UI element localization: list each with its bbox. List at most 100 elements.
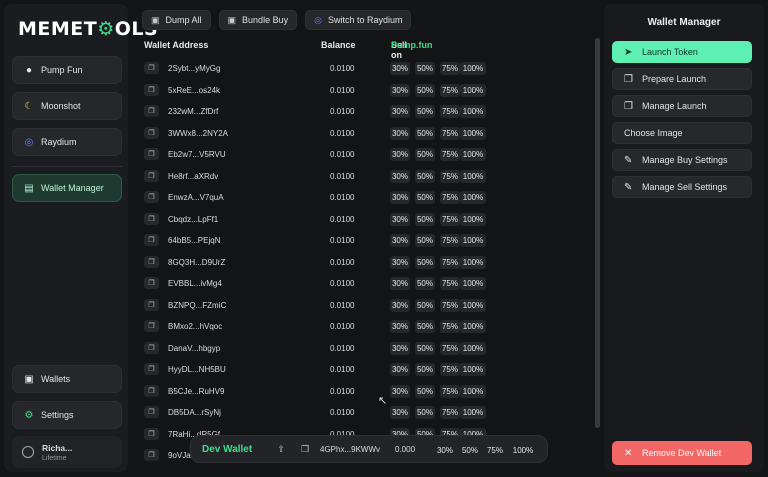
dev-sell-30-button[interactable]: 30% bbox=[435, 443, 455, 457]
sell-75-button[interactable]: 75% bbox=[440, 363, 460, 376]
sell-30-button[interactable]: 30% bbox=[390, 83, 410, 97]
bundle-buy-button[interactable]: ▣ Bundle Buy bbox=[218, 10, 298, 30]
sell-30-button[interactable]: 30% bbox=[390, 105, 410, 118]
sell-50-button[interactable]: 50% bbox=[415, 148, 435, 161]
sell-100-button[interactable]: 100% bbox=[460, 320, 486, 333]
sell-30-button[interactable]: 30% bbox=[390, 298, 410, 312]
sell-100-button[interactable]: 100% bbox=[460, 277, 486, 290]
manage-buy-settings-button[interactable]: ✎ Manage Buy Settings bbox=[612, 149, 752, 171]
sell-100-button[interactable]: 100% bbox=[460, 191, 486, 204]
sell-50-button[interactable]: 50% bbox=[415, 126, 435, 140]
sell-30-button[interactable]: 30% bbox=[390, 406, 410, 419]
sidebar-item-raydium[interactable]: ◎ Raydium bbox=[12, 128, 122, 156]
sell-75-button[interactable]: 75% bbox=[440, 191, 460, 204]
copy-icon[interactable]: ❐ bbox=[144, 406, 159, 418]
sell-100-button[interactable]: 100% bbox=[460, 298, 486, 312]
sell-75-button[interactable]: 75% bbox=[440, 298, 460, 312]
sell-30-button[interactable]: 30% bbox=[390, 363, 410, 376]
sell-100-button[interactable]: 100% bbox=[460, 62, 486, 75]
sell-30-button[interactable]: 30% bbox=[390, 148, 410, 161]
sidebar-item-pump-fun[interactable]: ● Pump Fun bbox=[12, 56, 122, 84]
dev-sell-75-button[interactable]: 75% bbox=[485, 443, 505, 457]
sell-75-button[interactable]: 75% bbox=[440, 341, 460, 355]
sell-100-button[interactable]: 100% bbox=[460, 105, 486, 118]
sell-50-button[interactable]: 50% bbox=[415, 191, 435, 204]
sell-30-button[interactable]: 30% bbox=[390, 255, 410, 269]
sell-50-button[interactable]: 50% bbox=[415, 363, 435, 376]
sidebar-item-moonshot[interactable]: ☾ Moonshot bbox=[12, 92, 122, 120]
copy-icon[interactable]: ❐ bbox=[144, 191, 159, 203]
sell-100-button[interactable]: 100% bbox=[460, 234, 486, 247]
sell-30-button[interactable]: 30% bbox=[390, 191, 410, 204]
sell-75-button[interactable]: 75% bbox=[440, 148, 460, 161]
sell-30-button[interactable]: 30% bbox=[390, 169, 410, 183]
sell-30-button[interactable]: 30% bbox=[390, 212, 410, 226]
sell-100-button[interactable]: 100% bbox=[460, 341, 486, 355]
upload-icon[interactable]: ⇧ bbox=[273, 442, 289, 457]
dev-sell-100-button[interactable]: 100% bbox=[510, 443, 536, 457]
sell-30-button[interactable]: 30% bbox=[390, 277, 410, 290]
copy-icon[interactable]: ❐ bbox=[144, 363, 159, 375]
sell-75-button[interactable]: 75% bbox=[440, 406, 460, 419]
prepare-launch-button[interactable]: ❐ Prepare Launch bbox=[612, 68, 752, 90]
copy-icon[interactable]: ❐ bbox=[144, 298, 159, 311]
sell-50-button[interactable]: 50% bbox=[415, 105, 435, 118]
sell-50-button[interactable]: 50% bbox=[415, 212, 435, 226]
sell-100-button[interactable]: 100% bbox=[460, 148, 486, 161]
sell-50-button[interactable]: 50% bbox=[415, 298, 435, 312]
sell-100-button[interactable]: 100% bbox=[460, 126, 486, 140]
sell-100-button[interactable]: 100% bbox=[460, 169, 486, 183]
sell-30-button[interactable]: 30% bbox=[390, 384, 410, 398]
sell-100-button[interactable]: 100% bbox=[460, 83, 486, 97]
sell-75-button[interactable]: 75% bbox=[440, 277, 460, 290]
copy-icon[interactable]: ❐ bbox=[144, 126, 159, 139]
sell-75-button[interactable]: 75% bbox=[440, 255, 460, 269]
sell-50-button[interactable]: 50% bbox=[415, 277, 435, 290]
dev-sell-50-button[interactable]: 50% bbox=[460, 443, 480, 457]
copy-icon[interactable]: ❐ bbox=[297, 442, 313, 457]
sell-100-button[interactable]: 100% bbox=[460, 212, 486, 226]
copy-icon[interactable]: ❐ bbox=[144, 105, 159, 117]
sell-75-button[interactable]: 75% bbox=[440, 212, 460, 226]
sell-30-button[interactable]: 30% bbox=[390, 126, 410, 140]
user-account[interactable]: Richa... Lifetime bbox=[12, 436, 122, 468]
sell-75-button[interactable]: 75% bbox=[440, 126, 460, 140]
sell-75-button[interactable]: 75% bbox=[440, 320, 460, 333]
switch-to-raydium-button[interactable]: ◎ Switch to Raydium bbox=[305, 10, 412, 30]
sell-30-button[interactable]: 30% bbox=[390, 341, 410, 355]
copy-icon[interactable]: ❐ bbox=[144, 83, 159, 96]
dump-all-button[interactable]: ▣ Dump All bbox=[142, 10, 211, 30]
sell-50-button[interactable]: 50% bbox=[415, 83, 435, 97]
sell-75-button[interactable]: 75% bbox=[440, 62, 460, 75]
copy-icon[interactable]: ❐ bbox=[144, 234, 159, 246]
sell-100-button[interactable]: 100% bbox=[460, 255, 486, 269]
copy-icon[interactable]: ❐ bbox=[144, 169, 159, 182]
sell-50-button[interactable]: 50% bbox=[415, 62, 435, 75]
sell-50-button[interactable]: 50% bbox=[415, 406, 435, 419]
sell-75-button[interactable]: 75% bbox=[440, 169, 460, 183]
sell-100-button[interactable]: 100% bbox=[460, 363, 486, 376]
sell-50-button[interactable]: 50% bbox=[415, 169, 435, 183]
sell-100-button[interactable]: 100% bbox=[460, 384, 486, 398]
copy-icon[interactable]: ❐ bbox=[144, 449, 159, 461]
sell-30-button[interactable]: 30% bbox=[390, 62, 410, 75]
sidebar-item-wallet-manager[interactable]: ▤ Wallet Manager bbox=[12, 174, 122, 202]
copy-icon[interactable]: ❐ bbox=[144, 148, 159, 160]
sidebar-item-settings[interactable]: ⚙ Settings bbox=[12, 401, 122, 429]
sell-30-button[interactable]: 30% bbox=[390, 234, 410, 247]
scrollbar-thumb[interactable] bbox=[595, 38, 600, 428]
sell-100-button[interactable]: 100% bbox=[460, 406, 486, 419]
copy-icon[interactable]: ❐ bbox=[144, 277, 159, 289]
sell-50-button[interactable]: 50% bbox=[415, 384, 435, 398]
copy-icon[interactable]: ❐ bbox=[144, 341, 159, 354]
copy-icon[interactable]: ❐ bbox=[144, 255, 159, 268]
copy-icon[interactable]: ❐ bbox=[144, 212, 159, 225]
sell-50-button[interactable]: 50% bbox=[415, 341, 435, 355]
sell-75-button[interactable]: 75% bbox=[440, 234, 460, 247]
sell-50-button[interactable]: 50% bbox=[415, 234, 435, 247]
sell-75-button[interactable]: 75% bbox=[440, 83, 460, 97]
sell-50-button[interactable]: 50% bbox=[415, 255, 435, 269]
manage-launch-button[interactable]: ❐ Manage Launch bbox=[612, 95, 752, 117]
sell-75-button[interactable]: 75% bbox=[440, 384, 460, 398]
sell-50-button[interactable]: 50% bbox=[415, 320, 435, 333]
